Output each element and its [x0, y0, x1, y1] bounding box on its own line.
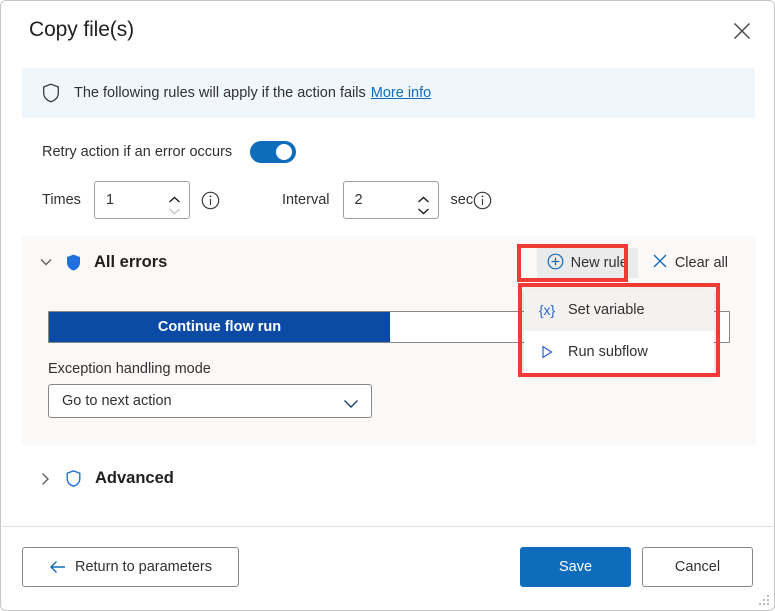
menu-item-set-variable-label: Set variable: [568, 302, 645, 318]
retry-action-toggle[interactable]: [250, 141, 297, 163]
segment-continue-flow-run[interactable]: Continue flow run: [49, 312, 390, 342]
new-rule-dropdown-menu: {x} Set variable Run subflow: [524, 289, 714, 373]
interval-decrement-icon[interactable]: [417, 202, 430, 214]
menu-item-set-variable[interactable]: {x} Set variable: [524, 289, 714, 331]
menu-item-run-subflow-label: Run subflow: [568, 344, 648, 360]
more-info-link[interactable]: More info: [371, 85, 431, 101]
advanced-section-header[interactable]: Advanced: [37, 469, 174, 488]
shield-filled-icon: [64, 253, 83, 272]
arrow-left-icon: [49, 560, 66, 574]
cancel-button[interactable]: Cancel: [642, 547, 753, 587]
exception-handling-mode-select[interactable]: Go to next action: [48, 384, 372, 418]
clear-all-label: Clear all: [674, 255, 728, 271]
braces-x-icon: {x}: [538, 302, 556, 318]
new-rule-button[interactable]: New rule: [536, 248, 638, 278]
interval-stepper[interactable]: [342, 181, 439, 219]
copy-files-dialog: Copy file(s) The following rules will ap…: [0, 0, 775, 611]
new-rule-label: New rule: [570, 255, 628, 271]
plus-circle-icon: [547, 253, 564, 274]
interval-label: Interval: [281, 192, 330, 208]
times-decrement-icon[interactable]: [168, 202, 181, 214]
banner-text: The following rules will apply if the ac…: [74, 85, 366, 101]
play-triangle-icon: [537, 345, 557, 359]
footer-separator: [2, 526, 773, 527]
times-stepper[interactable]: [93, 181, 190, 219]
resize-grip[interactable]: [757, 593, 771, 607]
chevron-right-icon: [37, 471, 53, 487]
shield-outline-icon: [64, 469, 83, 488]
exception-handling-mode-label: Exception handling mode: [48, 361, 211, 377]
all-errors-title: All errors: [94, 252, 168, 271]
exception-handling-mode-value: Go to next action: [62, 393, 172, 409]
close-button[interactable]: [720, 11, 764, 51]
chevron-down-icon[interactable]: [37, 253, 55, 271]
clear-all-button[interactable]: Clear all: [642, 248, 738, 278]
close-x-icon: [652, 253, 668, 273]
dialog-titlebar: Copy file(s): [1, 1, 774, 63]
close-icon: [733, 22, 751, 40]
times-input[interactable]: [94, 182, 159, 218]
interval-group: Interval sec: [282, 181, 492, 219]
save-button[interactable]: Save: [520, 547, 631, 587]
retry-action-label: Retry action if an error occurs: [42, 144, 233, 160]
shield-outline-icon: [40, 82, 62, 104]
interval-spinner-arrows[interactable]: [417, 182, 430, 218]
retry-action-row: Retry action if an error occurs: [42, 141, 297, 163]
advanced-title: Advanced: [95, 469, 174, 487]
times-spinner-arrows[interactable]: [168, 182, 181, 218]
times-increment-icon[interactable]: [168, 191, 181, 203]
info-banner: The following rules will apply if the ac…: [22, 68, 755, 118]
return-to-parameters-button[interactable]: Return to parameters: [22, 547, 239, 587]
toggle-knob: [276, 144, 293, 160]
all-errors-actions: New rule Clear all: [536, 248, 738, 278]
menu-item-run-subflow[interactable]: Run subflow: [524, 331, 714, 373]
return-to-parameters-label: Return to parameters: [74, 559, 212, 575]
retry-settings-row: Times Interval: [42, 181, 492, 219]
dialog-title: Copy file(s): [29, 18, 134, 41]
times-info-icon[interactable]: [201, 191, 220, 210]
interval-increment-icon[interactable]: [417, 191, 430, 203]
interval-input[interactable]: [343, 182, 408, 218]
chevron-down-icon: [343, 396, 359, 408]
interval-info-icon[interactable]: [473, 191, 492, 210]
interval-unit-label: sec: [450, 192, 474, 208]
all-errors-header: All errors New rule Clear all: [22, 236, 756, 288]
times-label: Times: [42, 192, 81, 208]
